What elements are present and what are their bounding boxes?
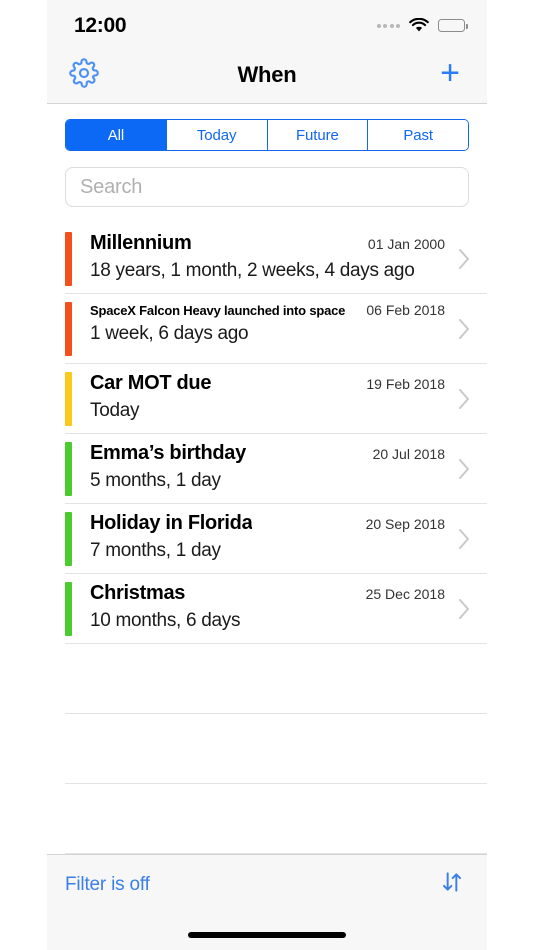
chevron-right-icon: [458, 224, 471, 294]
search-placeholder: Search: [80, 175, 143, 198]
wifi-icon: [409, 18, 429, 33]
empty-list-row: [47, 714, 487, 784]
cellular-dots-icon: [376, 23, 400, 28]
event-row[interactable]: Car MOT due 19 Feb 2018 Today: [47, 364, 487, 434]
status-bar: 12:00: [47, 0, 487, 47]
segment-all[interactable]: All: [66, 120, 166, 150]
event-title: Christmas: [90, 582, 186, 604]
event-date: 25 Dec 2018: [365, 586, 445, 602]
event-interval: 7 months, 1 day: [90, 540, 221, 561]
event-color-marker: [65, 582, 72, 636]
filter-segment-wrapper: All Today Future Past: [47, 104, 487, 151]
gear-icon: [69, 57, 99, 93]
event-date: 20 Sep 2018: [365, 516, 445, 532]
chevron-right-icon: [458, 434, 471, 504]
event-color-marker: [65, 302, 72, 356]
sort-button[interactable]: [439, 869, 465, 900]
event-title: SpaceX Falcon Heavy launched into space: [90, 303, 346, 318]
filter-status-button[interactable]: Filter is off: [65, 874, 150, 896]
segment-future[interactable]: Future: [266, 120, 368, 150]
event-interval: 1 week, 6 days ago: [90, 323, 249, 344]
event-color-marker: [65, 372, 72, 426]
empty-list-row: [47, 784, 487, 854]
segment-past[interactable]: Past: [367, 120, 468, 150]
bottom-toolbar: Filter is off: [47, 854, 487, 950]
home-indicator: [188, 932, 346, 938]
add-event-button[interactable]: +: [433, 56, 467, 92]
event-interval: Today: [90, 400, 140, 421]
event-color-marker: [65, 512, 72, 566]
empty-list-row: [47, 644, 487, 714]
battery-full-icon: [438, 19, 468, 32]
event-list: Millennium 01 Jan 2000 18 years, 1 month, …: [47, 224, 487, 854]
event-color-marker: [65, 232, 72, 286]
event-interval: 5 months, 1 day: [90, 470, 221, 491]
event-row[interactable]: Emma’s birthday 20 Jul 2018 5 months, 1 da…: [47, 434, 487, 504]
event-row[interactable]: Holiday in Florida 20 Sep 2018 7 months, 1…: [47, 504, 487, 574]
event-date: 19 Feb 2018: [366, 376, 445, 392]
chevron-right-icon: [458, 504, 471, 574]
event-date: 20 Jul 2018: [372, 446, 445, 462]
phone-screen: 12:00 When + All Today Future Past Searc…: [47, 0, 487, 950]
event-row[interactable]: Millennium 01 Jan 2000 18 years, 1 month, …: [47, 224, 487, 294]
status-indicators: [376, 14, 468, 33]
filter-segmented-control[interactable]: All Today Future Past: [65, 119, 469, 151]
event-date: 06 Feb 2018: [366, 302, 445, 318]
chevron-right-icon: [458, 294, 471, 364]
search-wrapper: Search: [47, 151, 487, 207]
event-row[interactable]: Christmas 25 Dec 2018 10 months, 6 days: [47, 574, 487, 644]
page-title: When: [237, 62, 297, 87]
chevron-right-icon: [458, 364, 471, 434]
event-date: 01 Jan 2000: [367, 236, 445, 252]
event-row[interactable]: SpaceX Falcon Heavy launched into space 0…: [47, 294, 487, 364]
search-input[interactable]: Search: [65, 167, 469, 207]
event-title: Emma’s birthday: [90, 442, 246, 464]
event-title: Holiday in Florida: [90, 512, 253, 534]
event-interval: 18 years, 1 month, 2 weeks, 4 days ago: [90, 260, 415, 281]
event-color-marker: [65, 442, 72, 496]
settings-button[interactable]: [67, 57, 101, 93]
event-interval: 10 months, 6 days: [90, 610, 241, 631]
chevron-right-icon: [458, 574, 471, 644]
event-title: Millennium: [90, 232, 192, 254]
sort-arrows-icon: [439, 869, 465, 900]
navigation-bar: When +: [47, 47, 487, 104]
segment-today[interactable]: Today: [165, 120, 267, 150]
status-time: 12:00: [74, 13, 127, 37]
event-title: Car MOT due: [90, 372, 212, 394]
